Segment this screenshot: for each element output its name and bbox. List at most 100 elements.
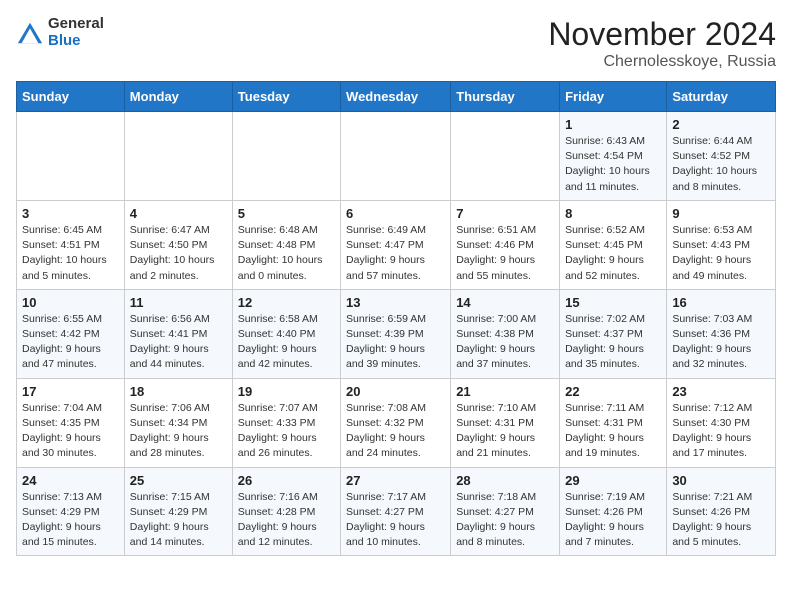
day-number: 24 <box>22 473 119 488</box>
calendar-cell <box>124 112 232 201</box>
day-number: 23 <box>672 384 770 399</box>
calendar-cell: 29Sunrise: 7:19 AM Sunset: 4:26 PM Dayli… <box>560 467 667 556</box>
day-info: Sunrise: 6:58 AM Sunset: 4:40 PM Dayligh… <box>238 312 335 373</box>
calendar-cell: 26 Sunrise: 7:16 AM Sunset: 4:28 PM Dayli… <box>232 467 340 556</box>
day-number: 11 <box>130 295 227 310</box>
calendar-week-3: 10 Sunrise: 6:55 AM Sunset: 4:42 PM Dayli… <box>17 289 776 378</box>
day-number: 6 <box>346 206 445 221</box>
day-info: Sunrise: 7:15 AM Sunset: 4:29 PM Dayligh… <box>130 490 227 551</box>
day-info: Sunrise: 7:02 AM Sunset: 4:37 PM Dayligh… <box>565 312 661 373</box>
day-number: 12 <box>238 295 335 310</box>
day-info: Sunrise: 6:53 AM Sunset: 4:43 PM Dayligh… <box>672 223 770 284</box>
location: Chernolesskoye, Russia <box>548 53 776 71</box>
day-info: Sunrise: 6:55 AM Sunset: 4:42 PM Dayligh… <box>22 312 119 373</box>
day-number: 28 <box>456 473 554 488</box>
day-info: Sunrise: 6:59 AM Sunset: 4:39 PM Dayligh… <box>346 312 445 373</box>
calendar-cell: 21Sunrise: 7:10 AM Sunset: 4:31 PM Dayli… <box>451 378 560 467</box>
logo-general: General <box>48 16 104 33</box>
day-number: 2 <box>672 117 770 132</box>
weekday-header-saturday: Saturday <box>667 82 776 112</box>
day-info: Sunrise: 7:03 AM Sunset: 4:36 PM Dayligh… <box>672 312 770 373</box>
logo-icon <box>16 19 44 47</box>
calendar-cell: 11Sunrise: 6:56 AM Sunset: 4:41 PM Dayli… <box>124 289 232 378</box>
day-number: 16 <box>672 295 770 310</box>
day-number: 5 <box>238 206 335 221</box>
calendar-cell: 1 Sunrise: 6:43 AM Sunset: 4:54 PM Daylig… <box>560 112 667 201</box>
day-number: 18 <box>130 384 227 399</box>
calendar-cell: 22Sunrise: 7:11 AM Sunset: 4:31 PM Dayli… <box>560 378 667 467</box>
calendar-cell: 20Sunrise: 7:08 AM Sunset: 4:32 PM Dayli… <box>341 378 451 467</box>
day-number: 14 <box>456 295 554 310</box>
calendar-cell: 12 Sunrise: 6:58 AM Sunset: 4:40 PM Dayli… <box>232 289 340 378</box>
day-number: 9 <box>672 206 770 221</box>
day-number: 3 <box>22 206 119 221</box>
day-number: 13 <box>346 295 445 310</box>
weekday-header-sunday: Sunday <box>17 82 125 112</box>
calendar-cell <box>451 112 560 201</box>
month-title: November 2024 <box>548 16 776 53</box>
weekday-header-row: SundayMondayTuesdayWednesdayThursdayFrid… <box>17 82 776 112</box>
day-number: 21 <box>456 384 554 399</box>
day-info: Sunrise: 7:06 AM Sunset: 4:34 PM Dayligh… <box>130 401 227 462</box>
day-info: Sunrise: 6:43 AM Sunset: 4:54 PM Dayligh… <box>565 134 661 195</box>
calendar-cell: 27 Sunrise: 7:17 AM Sunset: 4:27 PM Dayli… <box>341 467 451 556</box>
day-info: Sunrise: 6:44 AM Sunset: 4:52 PM Dayligh… <box>672 134 770 195</box>
day-number: 4 <box>130 206 227 221</box>
day-number: 19 <box>238 384 335 399</box>
calendar-cell: 15Sunrise: 7:02 AM Sunset: 4:37 PM Dayli… <box>560 289 667 378</box>
calendar-cell <box>232 112 340 201</box>
calendar-cell <box>17 112 125 201</box>
calendar-cell: 19 Sunrise: 7:07 AM Sunset: 4:33 PM Dayli… <box>232 378 340 467</box>
logo: General Blue <box>16 16 104 49</box>
day-info: Sunrise: 6:47 AM Sunset: 4:50 PM Dayligh… <box>130 223 227 284</box>
day-info: Sunrise: 7:00 AM Sunset: 4:38 PM Dayligh… <box>456 312 554 373</box>
day-info: Sunrise: 6:49 AM Sunset: 4:47 PM Dayligh… <box>346 223 445 284</box>
calendar-cell: 7 Sunrise: 6:51 AM Sunset: 4:46 PM Daylig… <box>451 200 560 289</box>
calendar-cell: 17Sunrise: 7:04 AM Sunset: 4:35 PM Dayli… <box>17 378 125 467</box>
day-info: Sunrise: 6:51 AM Sunset: 4:46 PM Dayligh… <box>456 223 554 284</box>
day-info: Sunrise: 7:12 AM Sunset: 4:30 PM Dayligh… <box>672 401 770 462</box>
calendar-cell: 4 Sunrise: 6:47 AM Sunset: 4:50 PM Daylig… <box>124 200 232 289</box>
calendar-cell: 24Sunrise: 7:13 AM Sunset: 4:29 PM Dayli… <box>17 467 125 556</box>
logo-blue: Blue <box>48 33 104 50</box>
day-number: 7 <box>456 206 554 221</box>
calendar-table: SundayMondayTuesdayWednesdayThursdayFrid… <box>16 81 776 556</box>
day-info: Sunrise: 7:17 AM Sunset: 4:27 PM Dayligh… <box>346 490 445 551</box>
calendar-cell: 9 Sunrise: 6:53 AM Sunset: 4:43 PM Daylig… <box>667 200 776 289</box>
calendar-cell: 6 Sunrise: 6:49 AM Sunset: 4:47 PM Daylig… <box>341 200 451 289</box>
calendar-cell: 23 Sunrise: 7:12 AM Sunset: 4:30 PM Dayli… <box>667 378 776 467</box>
day-number: 26 <box>238 473 335 488</box>
weekday-header-thursday: Thursday <box>451 82 560 112</box>
calendar-cell: 13 Sunrise: 6:59 AM Sunset: 4:39 PM Dayli… <box>341 289 451 378</box>
day-info: Sunrise: 6:52 AM Sunset: 4:45 PM Dayligh… <box>565 223 661 284</box>
calendar-cell: 14 Sunrise: 7:00 AM Sunset: 4:38 PM Dayli… <box>451 289 560 378</box>
day-number: 20 <box>346 384 445 399</box>
day-number: 1 <box>565 117 661 132</box>
calendar-cell: 3 Sunrise: 6:45 AM Sunset: 4:51 PM Daylig… <box>17 200 125 289</box>
logo-text: General Blue <box>48 16 104 49</box>
calendar-cell: 10 Sunrise: 6:55 AM Sunset: 4:42 PM Dayli… <box>17 289 125 378</box>
day-number: 22 <box>565 384 661 399</box>
day-info: Sunrise: 7:07 AM Sunset: 4:33 PM Dayligh… <box>238 401 335 462</box>
weekday-header-friday: Friday <box>560 82 667 112</box>
day-info: Sunrise: 6:45 AM Sunset: 4:51 PM Dayligh… <box>22 223 119 284</box>
day-number: 8 <box>565 206 661 221</box>
weekday-header-monday: Monday <box>124 82 232 112</box>
calendar-week-4: 17Sunrise: 7:04 AM Sunset: 4:35 PM Dayli… <box>17 378 776 467</box>
day-number: 27 <box>346 473 445 488</box>
day-number: 10 <box>22 295 119 310</box>
calendar-cell: 2 Sunrise: 6:44 AM Sunset: 4:52 PM Daylig… <box>667 112 776 201</box>
calendar-cell: 28Sunrise: 7:18 AM Sunset: 4:27 PM Dayli… <box>451 467 560 556</box>
calendar-cell: 16 Sunrise: 7:03 AM Sunset: 4:36 PM Dayli… <box>667 289 776 378</box>
calendar-week-1: 1 Sunrise: 6:43 AM Sunset: 4:54 PM Daylig… <box>17 112 776 201</box>
day-info: Sunrise: 7:16 AM Sunset: 4:28 PM Dayligh… <box>238 490 335 551</box>
calendar-cell <box>341 112 451 201</box>
day-info: Sunrise: 7:21 AM Sunset: 4:26 PM Dayligh… <box>672 490 770 551</box>
calendar-cell: 18 Sunrise: 7:06 AM Sunset: 4:34 PM Dayli… <box>124 378 232 467</box>
day-number: 25 <box>130 473 227 488</box>
calendar-cell: 5Sunrise: 6:48 AM Sunset: 4:48 PM Daylig… <box>232 200 340 289</box>
page-header: General Blue November 2024 Chernolesskoy… <box>16 16 776 71</box>
day-number: 30 <box>672 473 770 488</box>
day-info: Sunrise: 7:19 AM Sunset: 4:26 PM Dayligh… <box>565 490 661 551</box>
calendar-cell: 8 Sunrise: 6:52 AM Sunset: 4:45 PM Daylig… <box>560 200 667 289</box>
